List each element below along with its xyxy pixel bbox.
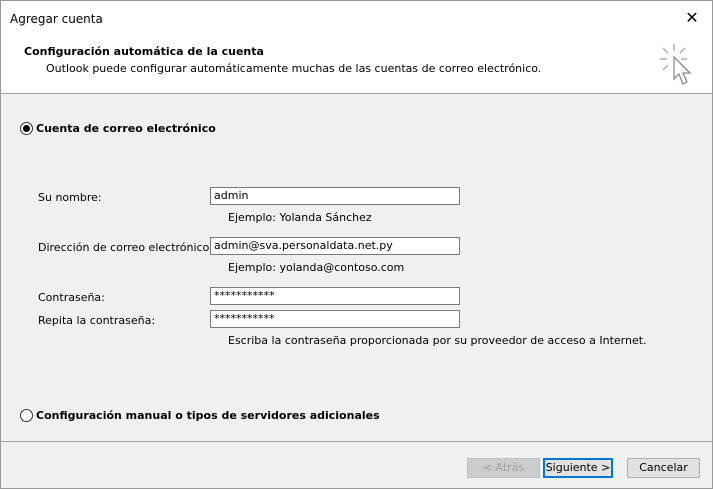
footer-divider (1, 441, 712, 442)
password-input[interactable] (210, 287, 460, 305)
next-button[interactable]: Siguiente > (543, 458, 613, 478)
header-title: Configuración automática de la cuenta (24, 45, 264, 58)
add-account-dialog: Agregar cuenta ✕ Configuración automátic… (0, 0, 713, 489)
title-bar: Agregar cuenta ✕ (1, 1, 712, 35)
password-label: Contraseña: (38, 291, 105, 304)
email-account-label[interactable]: Cuenta de correo electrónico (36, 122, 216, 135)
header-subtitle: Outlook puede configurar automáticamente… (46, 62, 542, 75)
name-input[interactable] (210, 187, 460, 205)
manual-config-label[interactable]: Configuración manual o tipos de servidor… (36, 409, 380, 422)
email-hint: Ejemplo: yolanda@contoso.com (228, 261, 405, 274)
window-title: Agregar cuenta (10, 12, 103, 26)
password-hint: Escriba la contraseña proporcionada por … (228, 334, 647, 347)
name-hint: Ejemplo: Yolanda Sánchez (228, 211, 372, 224)
email-label: Dirección de correo electrónico: (38, 241, 214, 254)
wizard-cursor-icon (660, 44, 692, 85)
wizard-header: Configuración automática de la cuenta Ou… (1, 35, 712, 94)
manual-config-radio[interactable] (20, 409, 33, 422)
back-button[interactable]: < Atrás (467, 458, 540, 478)
name-label: Su nombre: (38, 191, 102, 204)
password-repeat-input[interactable] (210, 310, 460, 328)
close-icon[interactable]: ✕ (672, 1, 712, 35)
password-repeat-label: Repita la contraseña: (38, 314, 156, 327)
cancel-button[interactable]: Cancelar (627, 458, 700, 478)
email-account-radio[interactable] (20, 122, 33, 135)
email-input[interactable] (210, 237, 460, 255)
